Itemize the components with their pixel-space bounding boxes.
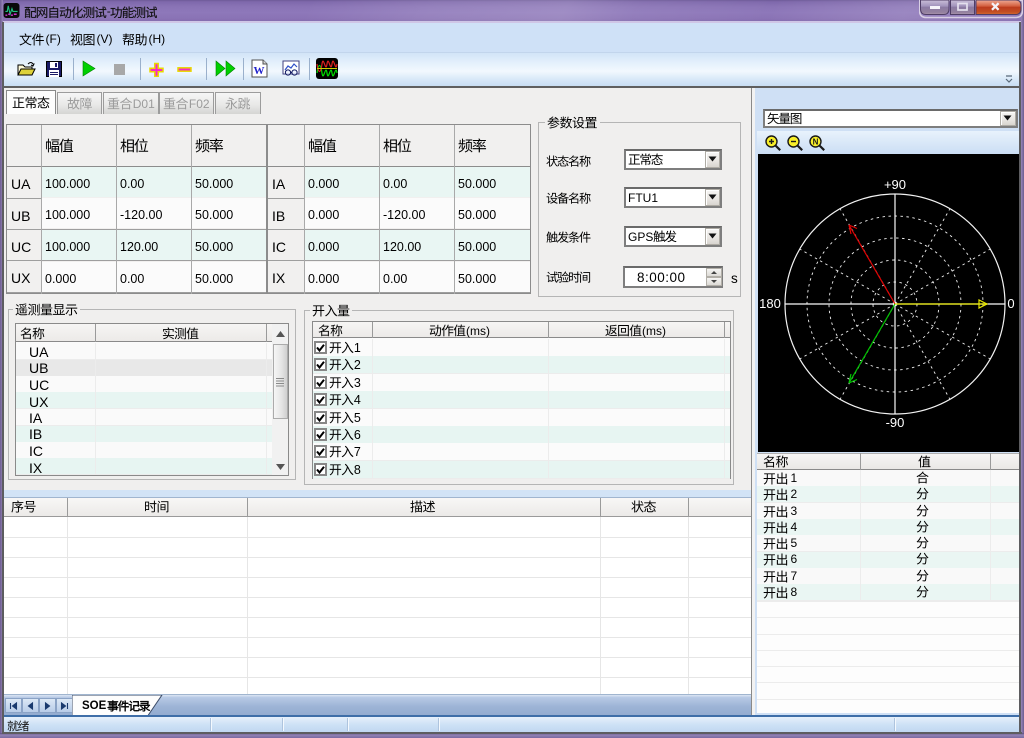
- svg-text:-90: -90: [886, 415, 905, 430]
- svg-text:N: N: [813, 137, 819, 146]
- svg-text:+90: +90: [884, 177, 906, 192]
- svg-text:W: W: [254, 65, 265, 77]
- svg-text:180: 180: [759, 296, 781, 311]
- svg-text:0: 0: [1007, 296, 1014, 311]
